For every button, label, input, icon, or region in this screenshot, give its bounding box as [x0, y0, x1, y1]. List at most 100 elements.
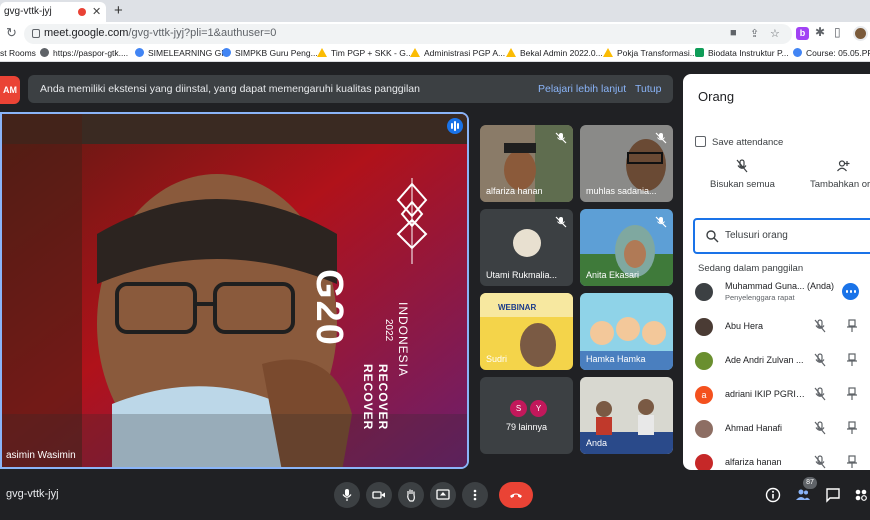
you-label: (Anda) — [807, 281, 835, 291]
bookmark-3[interactable]: SIMPKB Guru Peng... — [222, 48, 318, 58]
bookmark-0[interactable]: st Rooms — [0, 48, 36, 58]
more-options-icon[interactable] — [842, 283, 859, 300]
panel-title: Orang — [698, 89, 735, 104]
meet-stage: AM Anda memiliki ekstensi yang diinstal,… — [0, 62, 870, 520]
self-tile[interactable]: Anda — [580, 377, 673, 454]
participant-row-1[interactable]: Abu Hera — [695, 312, 870, 342]
pin-icon[interactable] — [845, 455, 859, 469]
webinar-caption: WEBINAR — [498, 303, 537, 312]
participant-row-4[interactable]: Ahmad Hanafi — [695, 414, 870, 444]
people-panel: Orang Save attendance Bisukan semua Tamb… — [683, 74, 870, 470]
participant-name: Utami Rukmalia... — [486, 270, 558, 280]
recording-label: AM — [0, 76, 20, 104]
pin-icon[interactable] — [845, 387, 859, 401]
bookmark-2[interactable]: SIMELEARNING GP — [135, 48, 227, 58]
avatar: Y — [530, 400, 547, 417]
activities-icon[interactable] — [853, 487, 869, 503]
mute-all-button[interactable]: Bisukan semua — [710, 159, 775, 190]
globe-icon — [40, 48, 49, 57]
year-text: 2022 — [383, 319, 394, 342]
sheets-icon — [695, 48, 704, 57]
tab-close-icon[interactable]: ✕ — [92, 5, 101, 18]
camera-icon[interactable]: ■ — [730, 27, 737, 39]
muted-mic-icon[interactable] — [813, 353, 827, 367]
more-options-button[interactable] — [462, 482, 488, 508]
add-people-button[interactable]: Tambahkan ora — [810, 159, 870, 190]
hang-up-icon — [510, 493, 522, 498]
drive-icon — [410, 48, 420, 57]
participant-name: Anita Ekasari — [586, 270, 640, 280]
tab-strip: gvg-vttk-jyj ✕ + — [0, 0, 870, 22]
bookmark-6[interactable]: Bekal Admin 2022.0... — [506, 48, 603, 58]
chat-icon[interactable] — [825, 487, 841, 503]
profile-avatar[interactable] — [853, 26, 868, 41]
site-icon — [135, 48, 144, 57]
pin-icon[interactable] — [845, 421, 859, 435]
participant-row-5[interactable]: alfariza hanan — [695, 448, 870, 470]
bookmark-1[interactable]: https://paspor-gtk.... — [40, 48, 128, 58]
site-icon — [793, 48, 802, 57]
drive-icon — [506, 48, 516, 57]
search-people-input[interactable]: Telusuri orang — [693, 218, 870, 254]
speaker-video — [2, 114, 467, 467]
tab-title: gvg-vttk-jyj — [4, 6, 52, 17]
participant-tile-2[interactable]: Utami Rukmalia... — [480, 209, 573, 286]
avatar — [695, 352, 713, 370]
save-attendance-button[interactable]: Save attendance — [695, 136, 783, 148]
participant-tile-5[interactable]: Hamka Hamka — [580, 293, 673, 370]
share-icon[interactable]: ⇪ — [750, 27, 759, 40]
info-icon[interactable] — [765, 487, 781, 503]
search-icon — [706, 230, 719, 243]
participant-row-2[interactable]: Ade Andri Zulvan ... — [695, 346, 870, 376]
extension-b-icon[interactable]: b — [796, 27, 809, 40]
muted-mic-icon[interactable] — [813, 421, 827, 435]
participant-name: muhlas sadania... — [586, 186, 657, 196]
new-tab-icon[interactable]: + — [114, 2, 123, 19]
main-speaker-name: asimin Wasimin — [6, 450, 76, 461]
muted-mic-icon[interactable] — [813, 387, 827, 401]
drive-icon — [603, 48, 613, 57]
pin-icon[interactable] — [845, 319, 859, 333]
raise-hand-button[interactable] — [398, 482, 424, 508]
participant-row-3[interactable]: a adriani IKIP PGRI ... — [695, 380, 870, 410]
bookmark-7[interactable]: Pokja Transformasi... — [603, 48, 697, 58]
pin-icon[interactable] — [845, 353, 859, 367]
participant-name: Abu Hera — [725, 321, 764, 331]
bookmark-9[interactable]: Course: 05.05.PPPP — [793, 48, 870, 58]
microphone-button[interactable] — [334, 482, 360, 508]
bookmark-4[interactable]: Tim PGP + SKK - G... — [317, 48, 413, 58]
bookmark-star-icon[interactable]: ☆ — [770, 27, 780, 40]
more-vert-icon — [473, 489, 477, 501]
participant-tile-4[interactable]: WEBINAR Sudri — [480, 293, 573, 370]
browser-toolbar: ↻ meet.google.com/gvg-vttk-jyj?pli=1&aut… — [0, 22, 870, 46]
bookmark-5[interactable]: Administrasi PGP A... — [410, 48, 505, 58]
side-panel-icon[interactable]: ▯ — [834, 25, 841, 39]
address-bar[interactable]: meet.google.com/gvg-vttk-jyj?pli=1&authu… — [24, 24, 792, 44]
reload-icon[interactable]: ↻ — [6, 25, 17, 41]
url-text: meet.google.com/gvg-vttk-jyj?pli=1&authu… — [44, 27, 277, 39]
more-participants-tile[interactable]: S Y 79 lainnya — [480, 377, 573, 454]
extensions-puzzle-icon[interactable]: ✱ — [815, 25, 825, 39]
muted-mic-icon[interactable] — [813, 319, 827, 333]
participant-tile-1[interactable]: muhlas sadania... — [580, 125, 673, 202]
participant-tile-3[interactable]: Anita Ekasari — [580, 209, 673, 286]
drive-icon — [317, 48, 327, 57]
main-speaker-tile[interactable]: G20 INDONESIA 2022 RECOVER RECOVER asimi… — [0, 112, 469, 469]
end-call-button[interactable] — [499, 482, 533, 508]
participant-name: Ahmad Hanafi — [725, 423, 783, 433]
learn-more-link[interactable]: Pelajari lebih lanjut — [538, 83, 626, 95]
lock-icon[interactable] — [32, 29, 40, 38]
people-icon[interactable] — [795, 487, 811, 503]
participant-row-0[interactable]: Muhammad Guna... (Anda) Penyelenggara ra… — [695, 277, 870, 307]
muted-mic-icon[interactable] — [813, 455, 827, 469]
bookmark-8[interactable]: Biodata Instruktur P... — [695, 48, 789, 58]
close-banner-button[interactable]: Tutup — [635, 83, 661, 95]
participant-tile-0[interactable]: alfariza hanan — [480, 125, 573, 202]
speaking-indicator-icon — [447, 118, 463, 134]
present-screen-icon — [436, 489, 450, 500]
bookmarks-bar: st Rooms https://paspor-gtk.... SIMELEAR… — [0, 46, 870, 62]
tab-meet[interactable]: gvg-vttk-jyj ✕ — [0, 2, 106, 22]
camera-button[interactable] — [366, 482, 392, 508]
avatar — [513, 229, 541, 257]
present-button[interactable] — [430, 482, 456, 508]
